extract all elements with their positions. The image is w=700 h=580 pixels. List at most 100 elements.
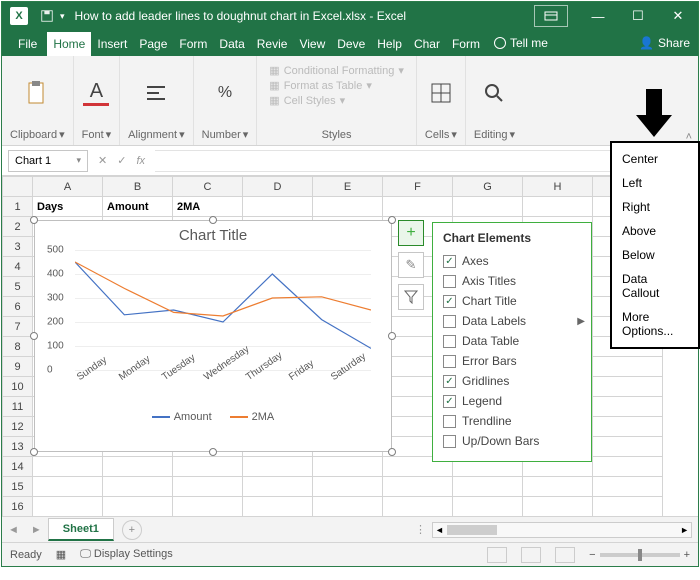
chart-element-item[interactable]: ✓Legend bbox=[443, 391, 581, 411]
resize-handle[interactable] bbox=[388, 216, 396, 224]
embedded-chart[interactable]: Chart Title 0100200300400500 SundayMonda… bbox=[34, 220, 392, 452]
chart-element-item[interactable]: ✓Chart Title bbox=[443, 291, 581, 311]
chart-element-item[interactable]: ✓Axes bbox=[443, 251, 581, 271]
checkbox[interactable]: ✓ bbox=[443, 255, 456, 268]
zoom-out-button[interactable]: − bbox=[589, 549, 595, 561]
chart-title[interactable]: Chart Title bbox=[35, 221, 391, 244]
sheet-nav-next[interactable]: ► bbox=[25, 524, 48, 536]
tab-data[interactable]: Data bbox=[213, 32, 250, 56]
checkbox[interactable]: ✓ bbox=[443, 295, 456, 308]
display-settings-button[interactable]: 🖵 Display Settings bbox=[80, 548, 173, 561]
dropdown-icon[interactable]: ▾ bbox=[451, 128, 457, 141]
split-handle[interactable]: ⋮ bbox=[415, 523, 426, 536]
checkbox[interactable]: ✓ bbox=[443, 375, 456, 388]
col-header[interactable]: H bbox=[523, 177, 593, 197]
normal-view-button[interactable] bbox=[487, 547, 507, 563]
alignment-icon[interactable] bbox=[143, 80, 169, 106]
accessibility-icon[interactable]: ▦ bbox=[56, 548, 66, 561]
worksheet-area[interactable]: A B C D E F G H I 1 Days Amount 2MA 2 Su… bbox=[2, 176, 698, 516]
col-header[interactable]: B bbox=[103, 177, 173, 197]
col-header[interactable]: F bbox=[383, 177, 453, 197]
row-header[interactable]: 4 bbox=[3, 257, 33, 277]
chart-element-item[interactable]: ✓Gridlines bbox=[443, 371, 581, 391]
new-sheet-button[interactable]: + bbox=[122, 520, 142, 540]
horizontal-scrollbar[interactable]: ◄ ► bbox=[432, 522, 692, 538]
submenu-item[interactable]: Below bbox=[612, 243, 698, 267]
tab-review[interactable]: Revie bbox=[251, 32, 294, 56]
row-header[interactable]: 2 bbox=[3, 217, 33, 237]
share-button[interactable]: 👤Share bbox=[631, 30, 698, 56]
chart-element-item[interactable]: Data Table bbox=[443, 331, 581, 351]
row-header[interactable]: 16 bbox=[3, 497, 33, 517]
checkbox[interactable] bbox=[443, 355, 456, 368]
dialog-launcher-icon[interactable]: ▾ bbox=[59, 128, 65, 141]
conditional-formatting-button[interactable]: ▦Conditional Formatting▾ bbox=[269, 64, 404, 77]
sheet-tab[interactable]: Sheet1 bbox=[48, 518, 114, 541]
resize-handle[interactable] bbox=[30, 448, 38, 456]
tab-page[interactable]: Page bbox=[133, 32, 173, 56]
checkbox[interactable] bbox=[443, 335, 456, 348]
resize-handle[interactable] bbox=[209, 448, 217, 456]
checkbox[interactable] bbox=[443, 315, 456, 328]
tab-chart[interactable]: Char bbox=[408, 32, 446, 56]
resize-handle[interactable] bbox=[30, 216, 38, 224]
row-header[interactable]: 1 bbox=[3, 197, 33, 217]
page-layout-button[interactable] bbox=[521, 547, 541, 563]
resize-handle[interactable] bbox=[388, 332, 396, 340]
chart-element-item[interactable]: Axis Titles bbox=[443, 271, 581, 291]
chart-styles-button[interactable]: ✎ bbox=[398, 252, 424, 278]
row-header[interactable]: 11 bbox=[3, 397, 33, 417]
submenu-item[interactable]: Left bbox=[612, 171, 698, 195]
col-header[interactable]: A bbox=[33, 177, 103, 197]
chevron-right-icon[interactable]: ▶ bbox=[577, 316, 585, 327]
qat-dropdown-icon[interactable]: ▾ bbox=[60, 11, 65, 22]
scrollbar-thumb[interactable] bbox=[447, 525, 497, 535]
zoom-slider[interactable] bbox=[600, 553, 680, 557]
tab-file[interactable]: File bbox=[8, 32, 47, 56]
chart-filters-button[interactable] bbox=[398, 284, 424, 310]
chart-elements-button[interactable]: + bbox=[398, 220, 424, 246]
minimize-button[interactable]: — bbox=[578, 2, 618, 30]
zoom-thumb[interactable] bbox=[638, 549, 642, 561]
tell-me-search[interactable]: Tell me bbox=[486, 30, 556, 56]
checkbox[interactable] bbox=[443, 415, 456, 428]
checkbox[interactable]: ✓ bbox=[443, 395, 456, 408]
cells-icon[interactable] bbox=[428, 80, 454, 106]
scroll-right-icon[interactable]: ► bbox=[680, 525, 689, 535]
submenu-item[interactable]: More Options... bbox=[612, 305, 698, 343]
col-header[interactable]: E bbox=[313, 177, 383, 197]
row-header[interactable]: 12 bbox=[3, 417, 33, 437]
format-as-table-button[interactable]: ▦Format as Table▾ bbox=[269, 79, 372, 92]
tab-format[interactable]: Form bbox=[446, 32, 486, 56]
editing-icon[interactable] bbox=[481, 80, 507, 106]
tab-view[interactable]: View bbox=[293, 32, 331, 56]
sheet-nav-prev[interactable]: ◄ bbox=[2, 524, 25, 536]
tab-formulas[interactable]: Form bbox=[173, 32, 213, 56]
font-icon[interactable]: A bbox=[83, 80, 109, 106]
zoom-in-button[interactable]: + bbox=[684, 549, 690, 561]
submenu-item[interactable]: Center bbox=[612, 147, 698, 171]
row-header[interactable]: 3 bbox=[3, 237, 33, 257]
tab-developer[interactable]: Deve bbox=[331, 32, 371, 56]
name-box[interactable]: Chart 1▾ bbox=[8, 150, 88, 172]
save-icon[interactable] bbox=[40, 9, 54, 23]
page-break-button[interactable] bbox=[555, 547, 575, 563]
close-button[interactable]: ✕ bbox=[658, 2, 698, 30]
cell[interactable]: 2MA bbox=[173, 197, 243, 217]
cell-styles-button[interactable]: ▦Cell Styles▾ bbox=[269, 94, 345, 107]
cell[interactable]: Days bbox=[33, 197, 103, 217]
dialog-launcher-icon[interactable]: ▾ bbox=[243, 128, 249, 141]
scroll-left-icon[interactable]: ◄ bbox=[435, 525, 444, 535]
row-header[interactable]: 5 bbox=[3, 277, 33, 297]
dropdown-icon[interactable]: ▾ bbox=[510, 128, 516, 141]
chart-element-item[interactable]: Trendline bbox=[443, 411, 581, 431]
row-header[interactable]: 10 bbox=[3, 377, 33, 397]
row-header[interactable]: 8 bbox=[3, 337, 33, 357]
select-all[interactable] bbox=[3, 177, 33, 197]
fx-icon[interactable]: fx bbox=[136, 155, 145, 167]
paste-icon[interactable] bbox=[24, 80, 50, 106]
submenu-item[interactable]: Data Callout bbox=[612, 267, 698, 305]
row-header[interactable]: 14 bbox=[3, 457, 33, 477]
resize-handle[interactable] bbox=[209, 216, 217, 224]
row-header[interactable]: 6 bbox=[3, 297, 33, 317]
